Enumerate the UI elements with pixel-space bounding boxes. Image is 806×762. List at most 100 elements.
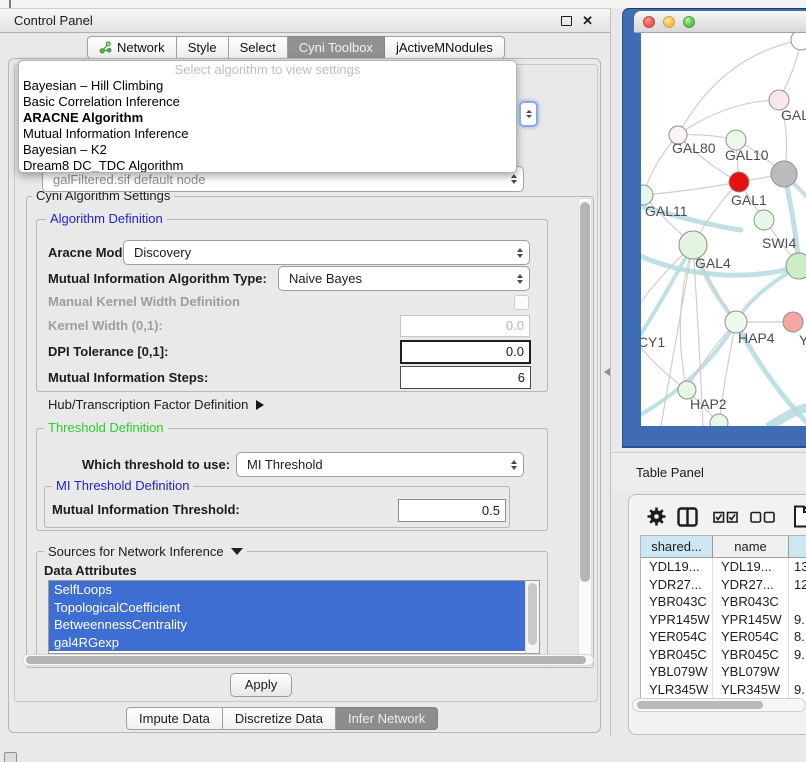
algorithm-option-aracne-algorithm[interactable]: ARACNE Algorithm [19,110,516,126]
table-cell[interactable]: 8. [789,628,806,646]
table-cell[interactable]: YBL079W [713,663,789,681]
table-cell[interactable]: YDL19... [713,558,789,576]
table-cell[interactable]: 9. [789,646,806,664]
node-node-salmon[interactable] [783,312,803,332]
split-columns-icon[interactable] [677,507,698,530]
node-gal1[interactable] [754,210,774,230]
table-row-1[interactable]: YDR27...YDR27...12 [641,576,806,594]
node-node-red[interactable] [729,172,749,192]
tab-infer-network[interactable]: Infer Network [336,707,438,730]
table-horizontal-scrollbar [632,698,806,712]
table-cell[interactable]: YLR345W [641,681,713,699]
network-graph[interactable]: GALGAL80GAL10GAL1GAL11SWI4GAL4GCY1HAP4YH… [641,33,806,426]
table-cell[interactable]: YDR27... [713,576,789,594]
algorithm-combobox-stepper[interactable] [519,101,538,127]
mi-steps-field[interactable]: 6 [400,366,531,389]
tab-network[interactable]: Network [87,36,177,59]
node-label-gal1: GAL1 [731,192,767,208]
table-cell[interactable]: YBR043C [641,593,713,611]
float-window-icon[interactable] [561,16,572,26]
mi-threshold-field[interactable]: 0.5 [398,499,506,522]
node-label-hap4: HAP4 [738,330,775,346]
tab-cyni-toolbox[interactable]: Cyni Toolbox [288,36,385,59]
which-threshold-combobox[interactable]: MI Threshold [236,452,524,477]
dpi-tolerance-field[interactable]: 0.0 [400,340,531,364]
table-cell[interactable]: 13 [789,558,806,576]
table-row-3[interactable]: YPR145WYPR145W9. [641,611,806,629]
network-edge [678,100,779,135]
settings-gear-icon[interactable] [646,506,667,530]
tab-style[interactable]: Style [177,36,229,59]
table-cell[interactable]: YPR145W [713,611,789,629]
network-canvas[interactable]: GALGAL80GAL10GAL1GAL11SWI4GAL4GCY1HAP4YH… [641,33,806,426]
table-cell[interactable]: YBR043C [713,593,789,611]
tab-label: Cyni Toolbox [299,40,373,55]
table-row-6[interactable]: YBL079WYBL079W [641,663,806,681]
table-cell[interactable]: YBR045C [713,646,789,664]
table-hscroll-thumb[interactable] [637,701,763,709]
node-label-swi4: SWI4 [762,235,796,251]
node-gal11[interactable] [641,185,653,205]
table-cell[interactable]: YBR045C [641,646,713,664]
table-cell[interactable]: YER054C [713,628,789,646]
kernel-width-label: Kernel Width (0,1): [48,315,163,337]
zoom-traffic-light-icon[interactable] [683,16,695,28]
node-node-gray[interactable] [771,161,797,187]
select-all-checkbox-icon[interactable] [713,511,739,526]
aracne-mode-combobox[interactable]: Discovery [123,240,530,265]
file-icon[interactable] [793,505,806,531]
tab-discretize-data[interactable]: Discretize Data [223,707,336,730]
table-cell[interactable]: YBL079W [641,663,713,681]
network-window-titlebar [634,11,806,33]
tab-select[interactable]: Select [229,36,288,59]
attribute-item-selfloops[interactable]: SelfLoops [49,581,526,599]
algorithm-option-mutual-information-inference[interactable]: Mutual Information Inference [19,126,516,142]
column-header-shared-[interactable]: shared... [641,536,713,558]
algorithm-option-dream8-dc-tdc-algorithm[interactable]: Dream8 DC_TDC Algorithm [19,158,516,173]
table-cell[interactable]: 12 [789,576,806,594]
table-cell[interactable]: 9. [789,681,806,699]
algorithm-option-bayesian-hill-climbing[interactable]: Bayesian – Hill Climbing [19,78,516,94]
splitter-handle[interactable] [603,366,612,378]
table-cell[interactable]: YDL19... [641,558,713,576]
column-header-name[interactable]: name [713,536,789,558]
table-row-5[interactable]: YBR045CYBR045C9. [641,646,806,664]
table-row-0[interactable]: YDL19...YDL19...13 [641,558,806,576]
sources-expander[interactable]: Sources for Network Inference [44,545,247,559]
minimized-panel-icon[interactable] [4,752,17,762]
mi-type-combobox[interactable]: Naive Bayes [278,266,530,291]
table-cell[interactable]: YDR27... [641,576,713,594]
attributes-scroll-thumb[interactable] [528,583,537,645]
close-traffic-light-icon[interactable] [643,16,655,28]
table-cell[interactable] [789,593,806,611]
settings-hscroll-thumb[interactable] [26,656,586,664]
table-cell[interactable] [789,663,806,681]
algorithm-select-popup: Select algorithm to view settingsBayesia… [18,60,517,173]
table-row-2[interactable]: YBR043CYBR043C [641,593,806,611]
attribute-item-gal4rgexp[interactable]: gal4RGexp [49,634,526,652]
column-header-a[interactable]: A [789,536,806,558]
table-row-4[interactable]: YER054CYER054C8. [641,628,806,646]
stepper-down-icon [526,115,532,118]
node-swi4[interactable] [786,253,806,279]
attribute-item-topologicalcoefficient[interactable]: TopologicalCoefficient [49,599,526,617]
node-node-top-partial[interactable] [791,33,806,50]
hub-definition-expander[interactable]: Hub/Transcription Factor Definition [48,396,264,414]
table-cell[interactable]: YLR345W [713,681,789,699]
close-icon[interactable]: ✕ [582,16,593,26]
minimize-traffic-light-icon[interactable] [663,16,675,28]
attribute-item-betweennesscentrality[interactable]: BetweennessCentrality [49,616,526,634]
algorithm-option-basic-correlation-inference[interactable]: Basic Correlation Inference [19,94,516,110]
tab-label: jActiveMNodules [396,40,493,55]
apply-button[interactable]: Apply [230,673,292,697]
aracne-mode-label: Aracne Mode: [48,240,134,265]
settings-scroll-thumb[interactable] [580,202,590,582]
algorithm-option-bayesian-k2[interactable]: Bayesian – K2 [19,142,516,158]
table-cell[interactable]: YPR145W [641,611,713,629]
tab-impute-data[interactable]: Impute Data [126,707,223,730]
table-cell[interactable]: YER054C [641,628,713,646]
table-row-7[interactable]: YLR345WYLR345W9. [641,681,806,699]
deselect-all-checkbox-icon[interactable] [750,511,776,526]
table-cell[interactable]: 9. [789,611,806,629]
tab-jactivemnodules[interactable]: jActiveMNodules [385,36,505,59]
